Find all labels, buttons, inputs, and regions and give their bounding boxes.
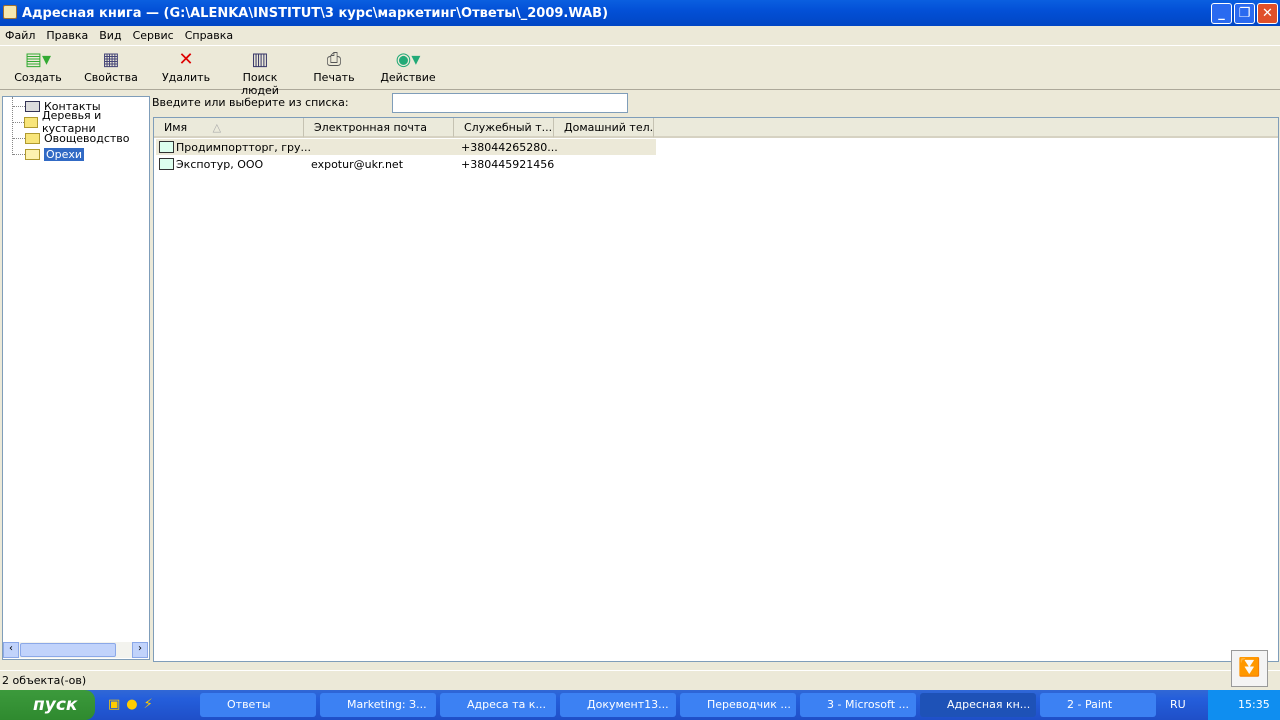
contacts-book-icon [25,100,40,112]
search-label: Введите или выберите из списка: [152,96,349,109]
properties-label: Свойства [84,71,138,84]
search-input[interactable] [392,93,628,113]
title-bar: Адресная книга — (G:\ALENKA\INSTITUT\3 к… [0,0,1280,26]
task-word-addresses[interactable]: Адреса та к... [440,693,556,717]
tree-item-vegetables[interactable]: Овощеводство [13,130,130,146]
task-word-document[interactable]: Документ13... [560,693,676,717]
contact-list: Имя △ Электронная почта Служебный т... Д… [153,117,1279,662]
scroll-left-button[interactable]: ‹ [3,642,19,658]
scroll-thumb[interactable] [20,643,116,657]
action-button[interactable]: ◉▾ Действие [380,49,436,89]
quick-launch-icons[interactable]: ▣●⚡ [108,697,159,712]
column-header-work-phone[interactable]: Служебный т... [454,118,554,138]
action-icon: ◉▾ [395,49,421,70]
task-word-3[interactable]: 3 - Microsoft ... [800,693,916,717]
delete-label: Удалить [161,71,211,84]
folder-icon [25,132,40,144]
find-people-button[interactable]: ▥ Поиск людей [224,49,296,97]
delete-icon: ✕ [178,49,194,70]
print-button[interactable]: ⎙ Печать [310,49,358,89]
cell-name: Продимпортторг, гру... [176,140,312,154]
address-book-icon [3,5,17,19]
system-tray: 15:35 [1208,690,1280,720]
task-address-book[interactable]: Адресная кн... [920,693,1036,717]
menu-tools[interactable]: Сервис [133,29,174,42]
print-icon: ⎙ [326,49,342,70]
new-button[interactable]: ▤▾ Создать [10,49,66,89]
contact-card-icon [159,141,174,153]
close-button[interactable]: ✕ [1257,3,1278,24]
window-title: Адресная книга — (G:\ALENKA\INSTITUT\3 к… [22,5,609,21]
minimize-button[interactable]: _ [1211,3,1232,24]
folder-tree: Контакты Деревья и кустарни Овощеводство… [2,96,150,660]
start-button[interactable]: пуск [0,690,95,720]
task-ie-marketing[interactable]: Marketing: З... [320,693,436,717]
column-header-name[interactable]: Имя △ [154,118,304,138]
print-label: Печать [313,71,355,84]
tree-label: Орехи [44,147,85,161]
menu-bar: Файл Правка Вид Сервис Справка [0,26,1280,45]
header-label: Имя [164,121,188,134]
cell-work-phone: +380445921456 [461,157,555,171]
sort-ascending-icon: △ [212,121,222,134]
column-header-email[interactable]: Электронная почта [304,118,454,138]
tree-item-nuts[interactable]: Орехи [13,146,85,162]
header-filler [654,118,1278,138]
delete-button[interactable]: ✕ Удалить [158,49,214,89]
menu-edit[interactable]: Правка [46,29,88,42]
cell-name: Экспотур, ООО [176,157,264,171]
horizontal-scrollbar[interactable]: ‹ › [3,642,148,658]
contact-card-icon [159,158,174,170]
task-paint[interactable]: 2 - Paint [1040,693,1156,717]
properties-icon: ▦ [102,49,120,70]
menu-help[interactable]: Справка [185,29,233,42]
find-people-label: Поиск людей [241,71,279,97]
new-contact-icon: ▤▾ [24,49,52,70]
menu-file[interactable]: Файл [5,29,35,42]
cell-email: expotur@ukr.net [311,157,404,171]
find-people-icon: ▥ [251,49,269,70]
download-arrows-button[interactable]: ⏬ [1231,650,1268,687]
tree-label: Овощеводство [44,131,130,145]
cell-work-phone: +38044265280... [461,140,558,154]
table-row[interactable]: Продимпортторг, гру... +38044265280... [156,139,656,155]
menu-view[interactable]: Вид [99,29,121,42]
table-row[interactable]: Экспотур, ООО expotur@ukr.net +380445921… [156,156,656,172]
task-folder[interactable]: Ответы [200,693,316,717]
restore-button[interactable]: ❐ [1234,3,1255,24]
column-header-home-phone[interactable]: Домашний тел... [554,118,654,138]
action-label: Действие [380,71,436,84]
language-indicator[interactable]: RU [1170,698,1186,711]
clock: 15:35 [1238,698,1270,711]
tree-item-trees[interactable]: Деревья и кустарни [13,109,149,135]
task-ie-translator[interactable]: Переводчик ... [680,693,796,717]
taskbar: пуск ▣●⚡ Ответы Marketing: З... Адреса т… [0,690,1280,720]
scroll-right-button[interactable]: › [132,642,148,658]
toolbar: ▤▾ Создать ▦ Свойства ✕ Удалить ▥ Поиск люде… [0,45,1280,97]
folder-icon [24,116,38,128]
properties-button[interactable]: ▦ Свойства [82,49,140,89]
open-folder-icon [25,148,40,160]
new-label: Создать [14,71,62,84]
status-bar: 2 объекта(-ов) [0,670,1280,690]
